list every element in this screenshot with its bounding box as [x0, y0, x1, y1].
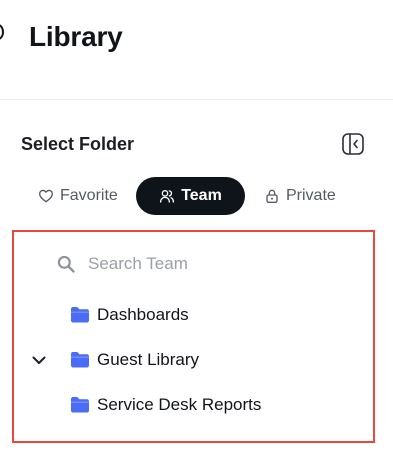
lock-icon [266, 189, 278, 203]
tab-favorite-label: Favorite [60, 187, 118, 204]
tab-private[interactable]: Private [264, 177, 336, 215]
folder-item-guest-library[interactable]: Guest Library [14, 347, 373, 373]
search-icon [57, 255, 75, 273]
folder-item-service-desk-reports[interactable]: Service Desk Reports [14, 392, 373, 418]
users-icon [160, 190, 175, 203]
folder-panel: Dashboards Guest Library Service Desk Re… [12, 230, 375, 443]
folder-label: Guest Library [97, 350, 200, 369]
partial-icon [0, 24, 4, 40]
folder-item-dashboards[interactable]: Dashboards [14, 302, 373, 328]
folder-tabs: Favorite Team Private [0, 177, 393, 215]
folder-label: Service Desk Reports [97, 395, 262, 414]
tab-favorite[interactable]: Favorite [38, 177, 118, 215]
collapse-panel-button[interactable] [341, 132, 365, 156]
tab-team[interactable]: Team [136, 177, 245, 215]
page-title: Library [29, 21, 123, 52]
folder-label: Dashboards [97, 305, 189, 324]
team-search [56, 251, 288, 277]
library-page: Library Select Folder Favorite Team Priv… [0, 0, 393, 455]
select-folder-title: Select Folder [21, 134, 135, 154]
chevron-down-icon[interactable] [32, 353, 46, 367]
folder-icon [71, 307, 89, 323]
tab-private-label: Private [286, 187, 336, 204]
panel-collapse-icon [342, 133, 364, 155]
header-divider [0, 99, 393, 100]
folder-icon [71, 397, 89, 413]
heart-icon [39, 189, 53, 203]
search-input[interactable] [88, 254, 288, 274]
folder-icon [71, 352, 89, 368]
tab-team-label: Team [181, 187, 222, 204]
